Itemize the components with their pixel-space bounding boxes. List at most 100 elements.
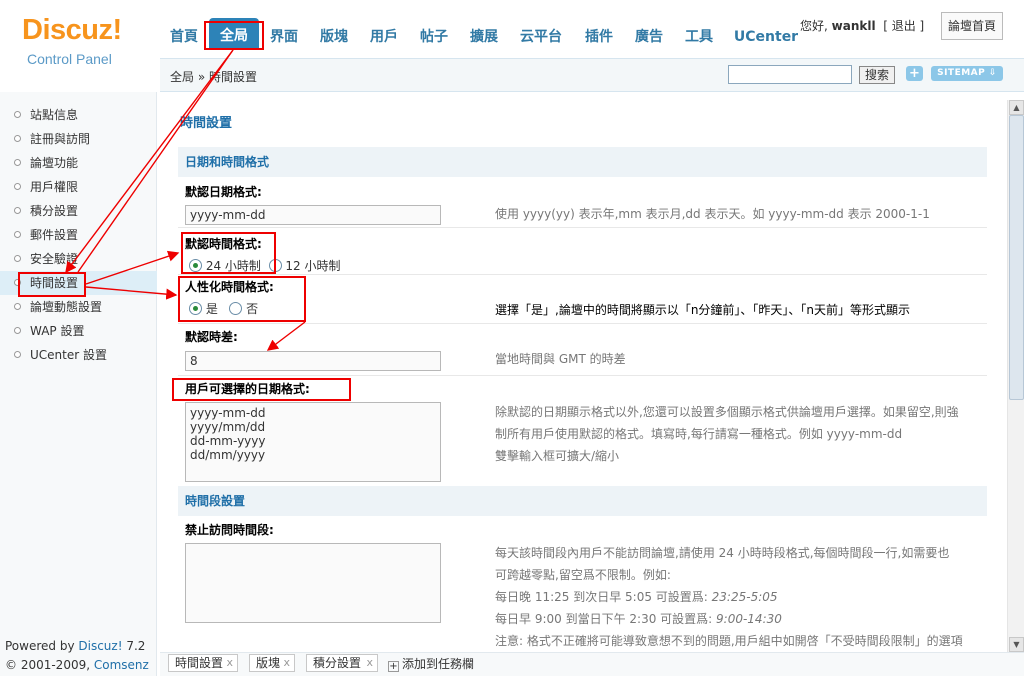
add-to-taskbar-button[interactable]: + 添加到任務欄 [388, 655, 474, 672]
sidebar-item-security[interactable]: 安全驗證 [0, 247, 157, 271]
sidebar-item-label: WAP 設置 [30, 324, 85, 338]
humanize-label: 人性化時間格式: [185, 280, 274, 294]
format-line: dd-mm-yyyy [190, 434, 266, 448]
search-button[interactable]: 搜索 [859, 66, 895, 84]
ban-period-textarea[interactable] [185, 543, 441, 623]
sidebar-item-label: 安全驗證 [30, 252, 79, 266]
bullet-icon [14, 135, 21, 142]
sidebar-item-wap[interactable]: WAP 設置 [0, 319, 157, 343]
section-header-time-periods: 時間段設置 [178, 486, 987, 516]
example-line-1: 每日晚 11:25 到次日早 5:05 可設置爲: 23:25-5:05 [495, 586, 963, 608]
bullet-icon [14, 231, 21, 238]
task-credits[interactable]: 積分設置 x [306, 654, 378, 672]
task-time-settings[interactable]: 時間設置 x [168, 654, 238, 672]
radio-12h[interactable] [268, 259, 282, 272]
bullet-icon [14, 255, 21, 262]
tab-posts[interactable]: 帖子 [416, 26, 452, 48]
scroll-thumb[interactable] [1009, 115, 1024, 400]
sidebar-item-label: UCenter 設置 [30, 348, 107, 362]
tab-tools[interactable]: 工具 [681, 26, 717, 48]
version-text: 7.2 [122, 639, 146, 653]
bullet-icon [14, 279, 21, 286]
task-label: 版塊 [256, 656, 281, 670]
scroll-down-icon[interactable]: ▼ [1009, 637, 1024, 652]
format-line: yyyy/mm/dd [190, 420, 266, 434]
timezone-input[interactable]: 8 [185, 351, 441, 371]
tab-cloud[interactable]: 云平台 [516, 26, 566, 48]
sidebar-item-label: 積分設置 [30, 204, 79, 218]
timezone-description: 當地時間與 GMT 的時差 [495, 352, 626, 366]
logout-link[interactable]: [ 退出 ] [883, 19, 924, 33]
user-info: 您好, wankll [ 退出 ] [800, 17, 924, 34]
sidebar-item-ucenter[interactable]: UCenter 設置 [0, 343, 157, 367]
tab-extensions[interactable]: 擴展 [466, 26, 502, 48]
radio-humanize-yes[interactable] [189, 302, 202, 315]
username: wankll [831, 19, 876, 33]
time-format-options: 24 小時制 12 小時制 [189, 257, 340, 274]
greeting: 您好, [800, 19, 828, 33]
logo-brand: Discuz! [22, 14, 122, 46]
example-line-2: 每日早 9:00 到當日下午 2:30 可設置爲: 9:00-14:30 [495, 608, 963, 630]
radio-no-label: 否 [246, 302, 259, 316]
sidebar: 站點信息 註冊與訪問 論壇功能 用戶權限 積分設置 郵件設置 安全驗證 時間設置… [0, 92, 157, 676]
radio-12h-label: 12 小時制 [285, 259, 341, 273]
sidebar-item-credits[interactable]: 積分設置 [0, 199, 157, 223]
sidebar-footer: Powered by Discuz! 7.2 © 2001-2009, Coms… [5, 637, 156, 676]
sidebar-item-register[interactable]: 註冊與訪問 [0, 127, 157, 151]
scroll-up-icon[interactable]: ▲ [1009, 100, 1024, 115]
discuz-link[interactable]: Discuz! [78, 639, 122, 653]
close-icon[interactable]: x [283, 655, 290, 671]
tab-ucenter[interactable]: UCenter [732, 26, 800, 48]
taskbar: 時間設置 x 版塊 x 積分設置 x + 添加到任務欄 [160, 652, 1024, 676]
date-format-description: 使用 yyyy(yy) 表示年,mm 表示月,dd 表示天。如 yyyy-mm-… [495, 207, 930, 221]
radio-humanize-no[interactable] [229, 302, 243, 315]
sidebar-item-forum-feed[interactable]: 論壇動態設置 [0, 295, 157, 319]
sidebar-item-permissions[interactable]: 用戶權限 [0, 175, 157, 199]
date-format-input[interactable]: yyyy-mm-dd [185, 205, 441, 225]
sidebar-item-label: 站點信息 [30, 108, 79, 122]
forum-home-button[interactable]: 論壇首頁 [941, 12, 1003, 40]
sitemap-button[interactable]: SITEMAP ⇩ [931, 66, 1003, 81]
main-content: 時間設置 日期和時間格式 默認日期格式: yyyy-mm-dd 使用 yyyy(… [160, 92, 1007, 652]
task-forums[interactable]: 版塊 x [249, 654, 295, 672]
bullet-icon [14, 183, 21, 190]
radio-24h[interactable] [189, 259, 202, 272]
user-formats-textarea[interactable]: yyyy-mm-dd yyyy/mm/dd dd-mm-yyyy dd/mm/y… [185, 402, 441, 482]
sidebar-item-forum-features[interactable]: 論壇功能 [0, 151, 157, 175]
sidebar-item-label: 論壇功能 [30, 156, 79, 170]
add-shortcut-button[interactable]: + [906, 66, 923, 81]
user-formats-description: 除默認的日期顯示格式以外,您還可以設置多個顯示格式供論壇用戶選擇。如果留空,則強… [495, 401, 959, 467]
tab-users[interactable]: 用戶 [366, 26, 402, 48]
sidebar-item-time-settings[interactable]: 時間設置 [0, 271, 157, 295]
divider [178, 323, 987, 324]
bullet-icon [14, 351, 21, 358]
divider [178, 375, 987, 376]
sidebar-item-mail[interactable]: 郵件設置 [0, 223, 157, 247]
timezone-label: 默認時差: [185, 330, 238, 344]
vertical-scrollbar[interactable]: ▲ ▼ [1007, 100, 1024, 652]
tab-global[interactable]: 全局 [209, 18, 259, 50]
ban-period-description: 每天該時間段內用戶不能訪問論壇,請使用 24 小時時段格式,每個時間段一行,如需… [495, 542, 963, 652]
page-title: 時間設置 [180, 116, 233, 131]
sidebar-item-site-info[interactable]: 站點信息 [0, 103, 157, 127]
tab-plugins[interactable]: 插件 [581, 26, 617, 48]
bullet-icon [14, 159, 21, 166]
bullet-icon [14, 111, 21, 118]
close-icon[interactable]: x [366, 655, 373, 671]
desc-line: 注意: 格式不正確將可能導致意想不到的問題,用戶組中如開啓「不受時間段限制」的選… [495, 634, 963, 648]
logo[interactable]: Discuz! Control Panel [0, 0, 160, 90]
tab-ads[interactable]: 廣告 [631, 26, 667, 48]
task-label: 積分設置 [313, 656, 362, 670]
desc-line: 除默認的日期顯示格式以外,您還可以設置多個顯示格式供論壇用戶選擇。如果留空,則強 [495, 405, 959, 419]
close-icon[interactable]: x [226, 655, 233, 671]
humanize-options: 是 否 [189, 300, 258, 317]
search-input[interactable] [728, 65, 852, 84]
plus-icon: + [388, 661, 399, 672]
tab-home[interactable]: 首頁 [166, 26, 202, 48]
format-line: yyyy-mm-dd [190, 406, 266, 420]
sidebar-item-label: 郵件設置 [30, 228, 79, 242]
tab-interface[interactable]: 界面 [266, 26, 302, 48]
format-line: dd/mm/yyyy [190, 448, 266, 462]
tab-forums[interactable]: 版塊 [316, 26, 352, 48]
task-label: 時間設置 [175, 656, 224, 670]
